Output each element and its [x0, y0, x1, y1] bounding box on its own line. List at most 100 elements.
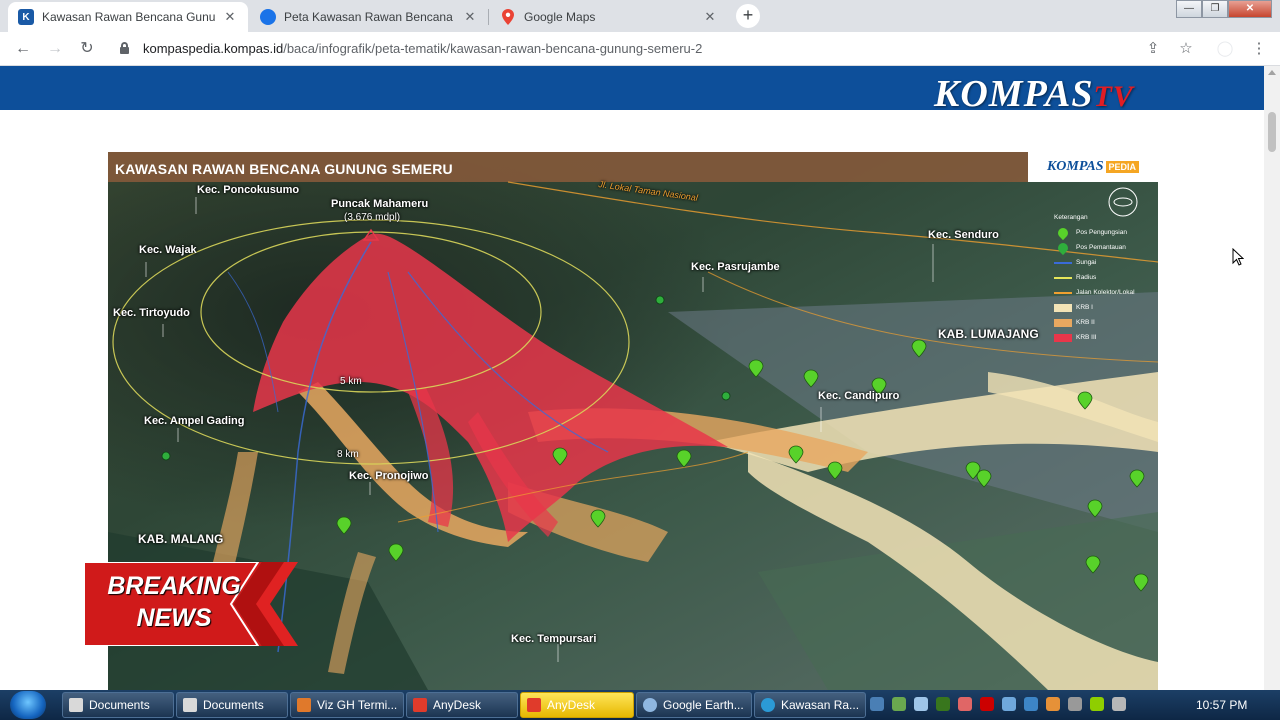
- tray-app-icon[interactable]: [980, 697, 994, 711]
- legend-label: Pos Pengungsian: [1076, 229, 1127, 236]
- menu-icon[interactable]: ⋮: [1248, 38, 1270, 60]
- legend-item: Radius: [1054, 270, 1154, 285]
- taskbar-label: Viz GH Termi...: [317, 698, 398, 712]
- tray-app-icon[interactable]: [1090, 697, 1104, 711]
- address-bar[interactable]: kompaspedia.kompas.id/baca/infografik/pe…: [143, 41, 702, 56]
- krb1-swatch-icon: [1054, 303, 1072, 312]
- legend-item: KRB I: [1054, 300, 1154, 315]
- tab-google-maps[interactable]: Google Maps ✕: [490, 2, 728, 32]
- krb3-swatch-icon: [1054, 333, 1072, 342]
- brand-word: KOMPAS: [1046, 159, 1104, 174]
- label-pronojiwo: Kec. Pronojiwo: [349, 470, 429, 482]
- scrollbar-thumb[interactable]: [1268, 112, 1276, 152]
- close-window-button[interactable]: ✕: [1228, 0, 1272, 18]
- tray-app-icon[interactable]: [958, 697, 972, 711]
- url-path: /baca/infografik/peta-tematik/kawasan-ra…: [283, 41, 703, 56]
- legend-label: Jalan Kolektor/Lokal: [1076, 289, 1135, 296]
- taskbar-item-documents-2[interactable]: Documents: [176, 692, 288, 718]
- taskbar-label: Documents: [89, 698, 150, 712]
- profile-icon[interactable]: ◯: [1214, 38, 1236, 60]
- url-host: kompaspedia.kompas.id: [143, 41, 284, 56]
- folder-icon: [183, 698, 197, 712]
- system-tray: [870, 697, 1126, 711]
- windows-taskbar: Documents Documents Viz GH Termi... AnyD…: [0, 690, 1280, 720]
- label-senduro: Kec. Senduro: [928, 229, 999, 241]
- anydesk-icon: [527, 698, 541, 712]
- label-candipuro: Kec. Candipuro: [818, 390, 900, 402]
- scroll-up-arrow-icon[interactable]: [1268, 70, 1276, 75]
- legend-label: Radius: [1076, 274, 1097, 281]
- legend-label: Pos Pemantauan: [1076, 244, 1126, 251]
- mouse-cursor-icon: [1232, 248, 1244, 266]
- bookmark-star-icon[interactable]: ☆: [1175, 38, 1197, 60]
- label-kab-malang: KAB. MALANG: [138, 532, 224, 546]
- vertical-scrollbar[interactable]: [1264, 66, 1280, 690]
- breaking-line-1: BREAKING: [107, 572, 241, 600]
- label-elevation: (3.676 mdpl): [344, 212, 401, 223]
- map-legend: Keterangan Pos Pengungsian Pos Pemantaua…: [1054, 214, 1154, 345]
- browser-toolbar: ← → ↻ kompaspedia.kompas.id/baca/infogra…: [0, 32, 1280, 66]
- new-tab-button[interactable]: +: [736, 4, 760, 28]
- legend-label: KRB I: [1076, 304, 1093, 311]
- back-arrow-icon[interactable]: ←: [12, 38, 34, 60]
- tab-kawasan-rawan-bencana[interactable]: K Kawasan Rawan Bencana Gunur ✕: [8, 2, 248, 32]
- taskbar-label: Google Earth...: [663, 698, 744, 712]
- road-line-icon: [1054, 291, 1072, 294]
- tray-app-icon[interactable]: [1024, 697, 1038, 711]
- close-tab-icon[interactable]: ✕: [462, 9, 478, 25]
- label-poncokusumo: Kec. Poncokusumo: [197, 184, 300, 196]
- maximize-button[interactable]: ❐: [1202, 0, 1228, 18]
- taskbar-item-chrome[interactable]: Kawasan Ra...: [754, 692, 866, 718]
- tray-app-icon[interactable]: [1002, 697, 1016, 711]
- map-title: KAWASAN RAWAN BENCANA GUNUNG SEMERU: [115, 161, 453, 177]
- tab-title: Peta Kawasan Rawan Bencana (K: [284, 10, 456, 24]
- tab-title: Kawasan Rawan Bencana Gunur: [42, 10, 216, 24]
- map-pin-icon: [500, 9, 516, 25]
- taskbar-item-anydesk-active[interactable]: AnyDesk: [520, 692, 634, 718]
- taskbar-label: Documents: [203, 698, 264, 712]
- folder-icon: [69, 698, 83, 712]
- minimize-button[interactable]: —: [1176, 0, 1202, 18]
- monitoring-pin-icon: [1055, 240, 1071, 255]
- label-kab-lumajang: KAB. LUMAJANG: [938, 327, 1039, 341]
- volume-icon[interactable]: [1112, 697, 1126, 711]
- breaking-news-banner: BREAKING NEWS: [84, 562, 298, 646]
- taskbar-item-google-earth[interactable]: Google Earth...: [636, 692, 752, 718]
- tray-app-icon[interactable]: [936, 697, 950, 711]
- legend-item: KRB III: [1054, 330, 1154, 345]
- taskbar-item-documents[interactable]: Documents: [62, 692, 174, 718]
- taskbar-clock[interactable]: 10:57 PM: [1196, 698, 1247, 712]
- tab-separator: [488, 9, 489, 25]
- tray-app-icon[interactable]: [892, 697, 906, 711]
- tray-network-icon[interactable]: [870, 697, 884, 711]
- close-tab-icon[interactable]: ✕: [702, 9, 718, 25]
- label-radius-8km: 8 km: [337, 449, 359, 460]
- close-tab-icon[interactable]: ✕: [222, 9, 238, 25]
- legend-label: KRB III: [1076, 334, 1097, 341]
- viz-app-icon: [297, 698, 311, 712]
- legend-item: Pos Pemantauan: [1054, 240, 1154, 255]
- legend-title: Keterangan: [1054, 214, 1088, 221]
- window-controls: — ❐ ✕: [1176, 0, 1272, 18]
- chrome-icon: [761, 698, 775, 712]
- reload-icon[interactable]: ↻: [76, 38, 98, 60]
- breaking-line-2: NEWS: [136, 604, 212, 632]
- tray-app-icon[interactable]: [1068, 697, 1082, 711]
- label-puncak-mahameru: Puncak Mahameru: [331, 198, 429, 210]
- tray-app-icon[interactable]: [1046, 697, 1060, 711]
- legend-label: Sungai: [1076, 259, 1097, 266]
- forward-arrow-icon[interactable]: →: [44, 38, 66, 60]
- kompas-word: KOMPAS: [934, 73, 1094, 115]
- start-button[interactable]: [10, 691, 46, 719]
- brand-sub: PEDIA: [1105, 161, 1140, 173]
- lock-icon[interactable]: [120, 42, 129, 54]
- taskbar-label: AnyDesk: [433, 698, 482, 712]
- label-ampel-gading: Kec. Ampel Gading: [144, 415, 245, 427]
- taskbar-item-viz[interactable]: Viz GH Termi...: [290, 692, 404, 718]
- tab-peta-kawasan[interactable]: Peta Kawasan Rawan Bencana (K ✕: [250, 2, 488, 32]
- tray-app-icon[interactable]: [914, 697, 928, 711]
- radius-line-icon: [1054, 276, 1072, 279]
- share-icon[interactable]: ⇪: [1142, 38, 1164, 60]
- label-pasrujambe: Kec. Pasrujambe: [691, 261, 780, 273]
- taskbar-item-anydesk[interactable]: AnyDesk: [406, 692, 518, 718]
